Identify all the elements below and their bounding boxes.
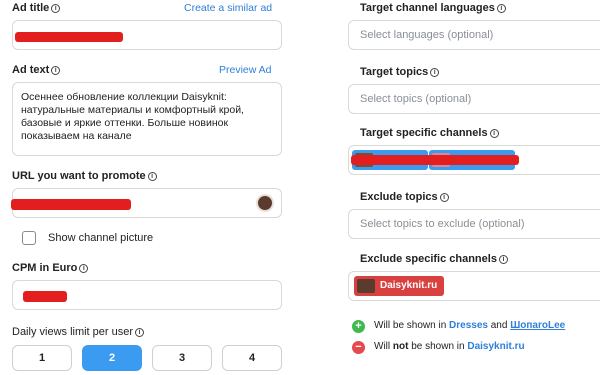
shown-in-status: Will be shown in Dresses and ШопаroLee: [374, 320, 566, 331]
channel-link-dresses[interactable]: Dresses: [449, 320, 488, 331]
plus-icon: +: [352, 320, 365, 333]
daily-limit-option-3[interactable]: 3: [152, 345, 212, 371]
target-languages-label: Target channel languages i: [360, 2, 506, 14]
exclude-topics-label: Exclude topics i: [360, 191, 449, 203]
not-shown-in-status: Will not be shown in Daisyknit.ru: [374, 341, 525, 352]
exclude-channels-label: Exclude specific channels i: [360, 253, 508, 265]
info-icon[interactable]: i: [430, 68, 440, 77]
info-icon[interactable]: i: [51, 66, 61, 75]
ad-text-line: натуральные материалы и комфортный крой,: [21, 104, 244, 116]
info-icon[interactable]: i: [439, 193, 449, 202]
channel-thumbnail: [357, 279, 375, 293]
ad-text-line: базовые и яркие оттенки. Больше новинок: [21, 117, 229, 129]
info-icon[interactable]: i: [51, 4, 61, 13]
target-topics-label: Target topics i: [360, 66, 440, 78]
ad-text-line: Осеннее обновление коллекции Daisyknit:: [21, 91, 227, 103]
redacted-text: [11, 199, 131, 210]
daily-limit-option-4[interactable]: 4: [222, 345, 282, 371]
preview-ad-link[interactable]: Preview Ad: [219, 64, 272, 76]
cpm-input[interactable]: [12, 280, 282, 310]
languages-select[interactable]: Select languages (optional): [348, 20, 600, 50]
info-icon[interactable]: i: [147, 172, 157, 181]
exclude-channels-select[interactable]: Daisyknit.ru: [348, 271, 600, 301]
exclude-topics-placeholder: Select topics to exclude (optional): [360, 218, 525, 230]
languages-placeholder: Select languages (optional): [360, 29, 494, 41]
topics-placeholder: Select topics (optional): [360, 93, 472, 105]
channel-link-shop[interactable]: ШопаroLee: [510, 320, 565, 331]
ad-text-line: показываем на канале: [21, 130, 132, 142]
daily-limit-option-1[interactable]: 1: [12, 345, 72, 371]
ad-title-input[interactable]: [12, 20, 282, 50]
excluded-channel-name: Daisyknit.ru: [380, 280, 438, 291]
redacted-text: [351, 155, 519, 165]
target-channels-label: Target specific channels i: [360, 127, 499, 139]
cpm-label: CPM in Euro i: [12, 262, 89, 274]
info-icon[interactable]: i: [496, 4, 506, 13]
minus-icon: −: [352, 341, 365, 354]
url-label: URL you want to promote i: [12, 170, 157, 182]
daily-limit-label: Daily views limit per user i: [12, 326, 145, 338]
daily-limit-option-2[interactable]: 2: [82, 345, 142, 371]
info-icon[interactable]: i: [498, 255, 508, 264]
info-icon[interactable]: i: [79, 264, 89, 273]
excluded-channel-chip[interactable]: Daisyknit.ru: [354, 276, 444, 296]
show-channel-picture-checkbox[interactable]: [22, 231, 36, 245]
ad-text-label: Ad text i: [12, 64, 61, 76]
channels-select[interactable]: [348, 145, 600, 175]
channel-avatar: [256, 194, 274, 212]
info-icon[interactable]: i: [489, 129, 499, 138]
info-icon[interactable]: i: [135, 328, 145, 337]
ad-title-label: Ad title i: [12, 2, 61, 14]
exclude-topics-select[interactable]: Select topics to exclude (optional): [348, 209, 600, 239]
ad-text-content: Осеннее обновление коллекции Daisyknit: …: [21, 91, 283, 143]
redacted-text: [15, 32, 123, 42]
url-input[interactable]: [11, 188, 282, 218]
channel-link-daisyknit[interactable]: Daisyknit.ru: [467, 341, 524, 352]
create-similar-ad-link[interactable]: Create a similar ad: [184, 2, 272, 14]
show-channel-picture-label: Show channel picture: [48, 232, 154, 244]
redacted-text: [23, 291, 67, 302]
ad-text-area[interactable]: Осеннее обновление коллекции Daisyknit: …: [12, 82, 282, 156]
topics-select[interactable]: Select topics (optional): [348, 84, 600, 114]
